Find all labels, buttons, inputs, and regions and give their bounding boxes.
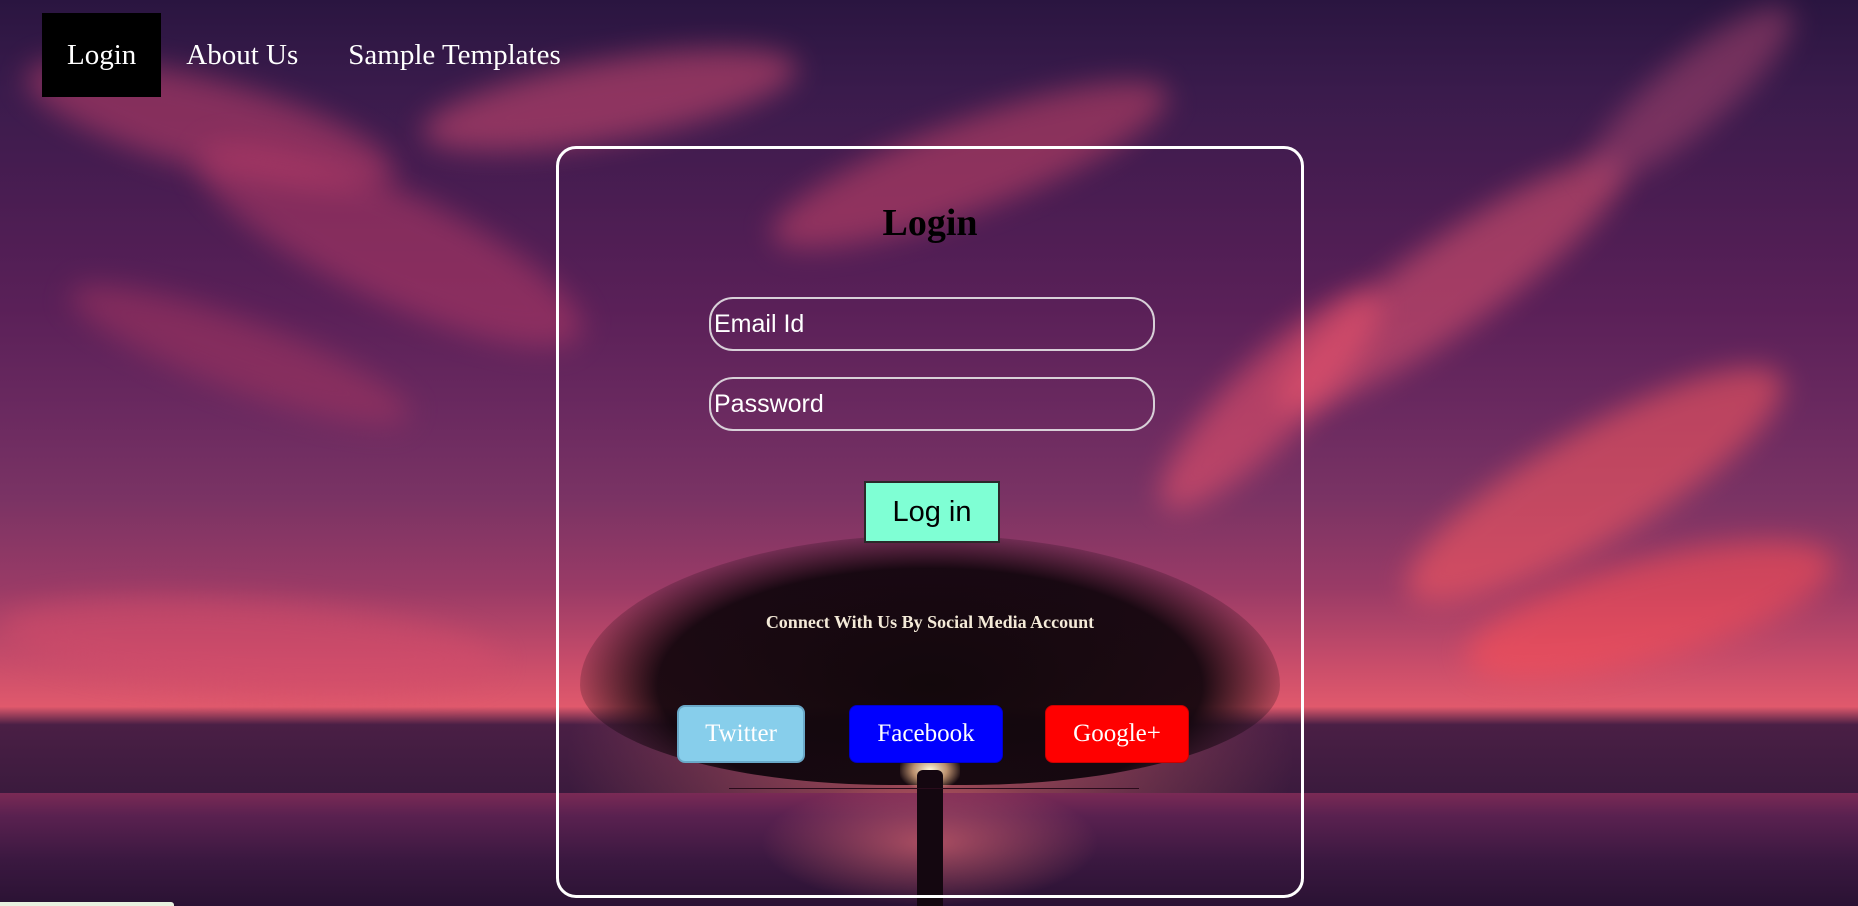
bottom-status-strip	[0, 902, 174, 906]
email-field[interactable]	[709, 297, 1155, 351]
nav-item-about-us[interactable]: About Us	[161, 13, 323, 97]
social-connect-text: Connect With Us By Social Media Account	[765, 612, 1095, 632]
nav-item-sample-templates[interactable]: Sample Templates	[323, 13, 585, 97]
password-field[interactable]	[709, 377, 1155, 431]
google-plus-button[interactable]: Google+	[1045, 705, 1189, 763]
card-divider	[729, 788, 1139, 789]
top-nav: Login About Us Sample Templates	[42, 13, 586, 97]
nav-item-login[interactable]: Login	[42, 13, 162, 97]
facebook-button[interactable]: Facebook	[849, 705, 1003, 763]
twitter-button[interactable]: Twitter	[677, 705, 805, 763]
login-card: Login Log in Connect With Us By Social M…	[556, 146, 1304, 898]
login-button[interactable]: Log in	[864, 481, 1000, 543]
login-title: Login	[882, 202, 978, 244]
